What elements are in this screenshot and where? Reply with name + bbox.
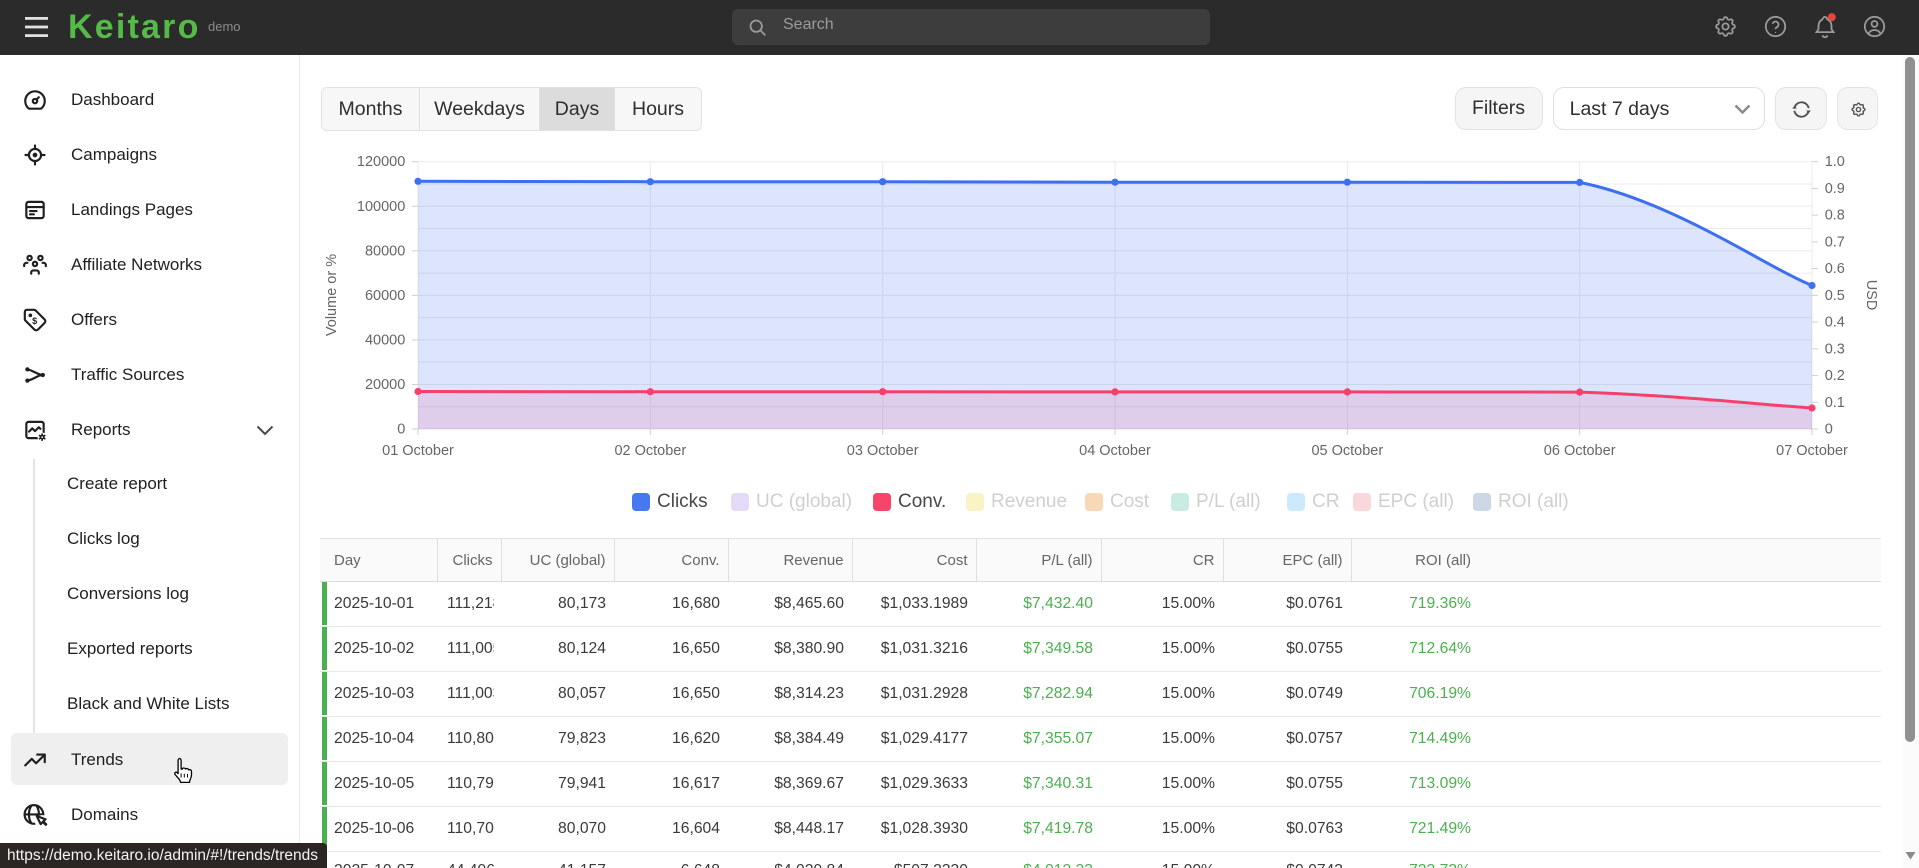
svg-text:0.6: 0.6: [1825, 261, 1845, 277]
svg-text:0.9: 0.9: [1825, 181, 1845, 197]
svg-text:100000: 100000: [357, 199, 405, 215]
svg-text:60000: 60000: [365, 288, 405, 304]
svg-text:01 October: 01 October: [382, 443, 454, 459]
svg-text:0: 0: [397, 422, 405, 438]
svg-text:0.1: 0.1: [1825, 395, 1845, 411]
svg-text:40000: 40000: [365, 332, 405, 348]
svg-text:06 October: 06 October: [1544, 443, 1616, 459]
svg-text:$: $: [32, 316, 37, 326]
svg-text:0.4: 0.4: [1825, 315, 1845, 331]
svg-text:20000: 20000: [365, 377, 405, 393]
svg-text:1.0: 1.0: [1825, 154, 1845, 170]
svg-text:Volume or %: Volume or %: [324, 254, 340, 336]
svg-text:0: 0: [1825, 422, 1833, 438]
svg-text:04 October: 04 October: [1079, 443, 1151, 459]
svg-text:USD: USD: [1863, 280, 1879, 311]
svg-text:0.5: 0.5: [1825, 288, 1845, 304]
svg-text:80000: 80000: [365, 243, 405, 259]
svg-text:0.7: 0.7: [1825, 234, 1845, 250]
svg-text:05 October: 05 October: [1311, 443, 1383, 459]
svg-text:0.8: 0.8: [1825, 208, 1845, 224]
svg-text:07 October: 07 October: [1776, 443, 1848, 459]
svg-text:02 October: 02 October: [614, 443, 686, 459]
svg-text:120000: 120000: [357, 154, 405, 170]
svg-text:0.3: 0.3: [1825, 341, 1845, 357]
svg-text:03 October: 03 October: [847, 443, 919, 459]
svg-text:0.2: 0.2: [1825, 368, 1845, 384]
